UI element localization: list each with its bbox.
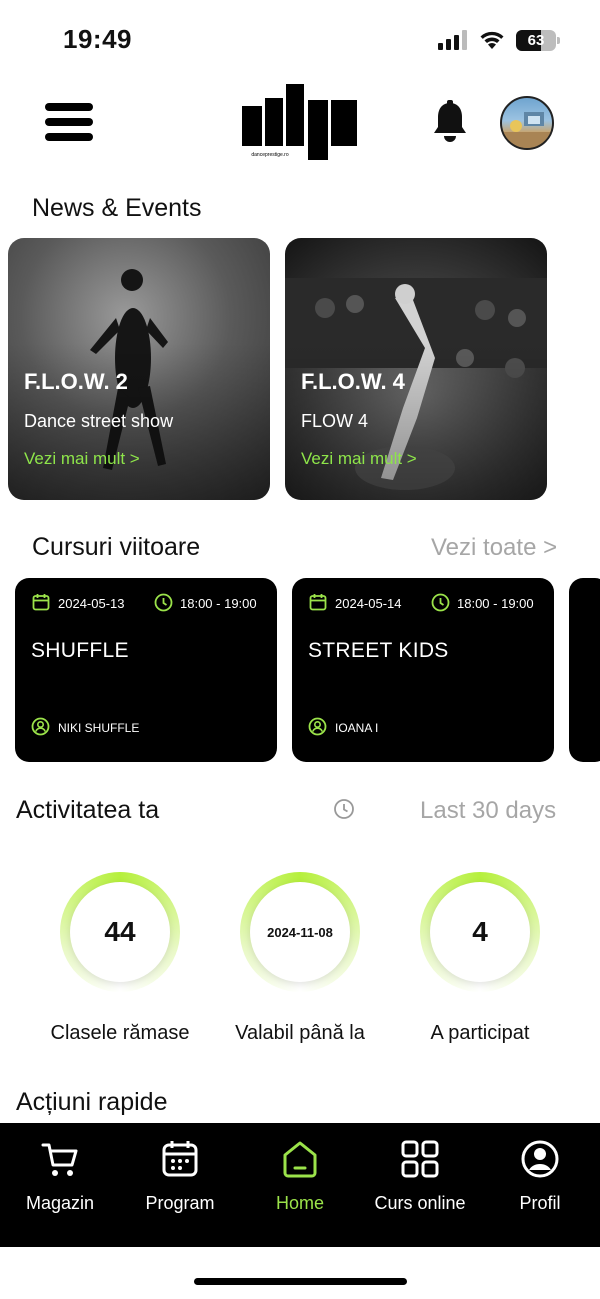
cellular-signal-icon bbox=[438, 30, 467, 50]
nav-item-home[interactable]: Home bbox=[240, 1123, 360, 1247]
user-icon bbox=[308, 717, 327, 736]
stat-label: Valabil până la bbox=[235, 1022, 365, 1044]
course-name: STREET KIDS bbox=[308, 639, 449, 662]
user-icon bbox=[31, 717, 50, 736]
course-time-text: 18:00 - 19:00 bbox=[457, 596, 534, 611]
bottom-navigation: Magazin Program Home Curs online Profil bbox=[0, 1123, 600, 1247]
battery-percent: 63 bbox=[527, 32, 545, 49]
clock-icon[interactable] bbox=[333, 798, 355, 820]
news-section-title: News & Events bbox=[32, 194, 202, 222]
activity-section-title: Activitatea ta bbox=[16, 796, 160, 824]
course-name: SHUFFLE bbox=[31, 639, 129, 662]
stat-label: Clasele rămase bbox=[50, 1022, 190, 1044]
battery-indicator: 63 bbox=[516, 30, 560, 51]
quick-actions-title: Acțiuni rapide bbox=[16, 1088, 168, 1116]
stat-label: A participat bbox=[430, 1022, 530, 1044]
news-title: F.L.O.W. 4 bbox=[301, 369, 405, 394]
nav-item-curs-online[interactable]: Curs online bbox=[360, 1123, 480, 1247]
nav-item-program[interactable]: Program bbox=[120, 1123, 240, 1247]
nav-label: Curs online bbox=[374, 1193, 466, 1213]
logo: danceprestige.ro bbox=[240, 84, 360, 162]
wifi-icon bbox=[480, 31, 504, 49]
home-icon bbox=[283, 1141, 317, 1178]
notification-bell-icon[interactable] bbox=[432, 100, 468, 144]
calendar-icon bbox=[32, 594, 50, 611]
avatar-photo bbox=[502, 112, 552, 148]
course-card[interactable]: 2024-05-13 18:00 - 19:00 SHUFFLE NIKI SH… bbox=[15, 578, 277, 762]
news-subtitle: FLOW 4 bbox=[301, 411, 369, 431]
nav-item-magazin[interactable]: Magazin bbox=[0, 1123, 120, 1247]
course-card-partial[interactable] bbox=[569, 578, 600, 762]
menu-icon[interactable] bbox=[45, 103, 93, 141]
stat-ring-valid-until: 2024-11-08 bbox=[240, 872, 360, 992]
activity-period[interactable]: Last 30 days bbox=[420, 797, 556, 825]
cart-icon bbox=[41, 1143, 78, 1176]
calendar-icon bbox=[162, 1141, 198, 1177]
nav-label: Magazin bbox=[25, 1193, 95, 1213]
news-read-more-link[interactable]: Vezi mai mult > bbox=[24, 449, 140, 469]
news-read-more-link[interactable]: Vezi mai mult > bbox=[301, 449, 417, 469]
course-date-text: 2024-05-14 bbox=[335, 596, 402, 611]
status-time: 19:49 bbox=[63, 24, 132, 54]
stat-value: 44 bbox=[104, 916, 136, 947]
news-card[interactable]: F.L.O.W. 2 Dance street show Vezi mai mu… bbox=[8, 238, 270, 500]
stat-ring-attended: 4 bbox=[420, 872, 540, 992]
nav-label: Program bbox=[145, 1193, 215, 1213]
see-all-courses-link[interactable]: Vezi toate > bbox=[431, 534, 557, 562]
course-teacher-name: IOANA I bbox=[335, 721, 379, 735]
user-avatar[interactable] bbox=[500, 96, 554, 150]
news-subtitle: Dance street show bbox=[24, 411, 174, 431]
news-title: F.L.O.W. 2 bbox=[24, 369, 128, 394]
nav-label: Home bbox=[275, 1193, 324, 1213]
nav-item-profil[interactable]: Profil bbox=[480, 1123, 600, 1247]
stat-value: 2024-11-08 bbox=[267, 924, 333, 940]
home-indicator bbox=[194, 1278, 407, 1285]
course-date-text: 2024-05-13 bbox=[58, 596, 125, 611]
courses-section-title: Cursuri viitoare bbox=[32, 533, 201, 561]
stat-ring-classes-left: 44 bbox=[60, 872, 180, 992]
course-time-text: 18:00 - 19:00 bbox=[180, 596, 257, 611]
clock-icon bbox=[154, 593, 173, 612]
clock-icon bbox=[431, 593, 450, 612]
nav-label: Profil bbox=[519, 1193, 561, 1213]
course-card[interactable]: 2024-05-14 18:00 - 19:00 STREET KIDS IOA… bbox=[292, 578, 554, 762]
calendar-icon bbox=[309, 594, 327, 611]
grid-icon bbox=[401, 1140, 439, 1178]
news-card[interactable]: F.L.O.W. 4 FLOW 4 Vezi mai mult > bbox=[285, 238, 547, 500]
status-bar: 19:49 63 bbox=[0, 0, 600, 80]
logo-caption: danceprestige.ro bbox=[251, 152, 289, 158]
profile-icon bbox=[521, 1140, 559, 1178]
course-teacher-name: NIKI SHUFFLE bbox=[58, 721, 140, 735]
logo-mark bbox=[242, 84, 357, 160]
stat-value: 4 bbox=[472, 916, 488, 947]
